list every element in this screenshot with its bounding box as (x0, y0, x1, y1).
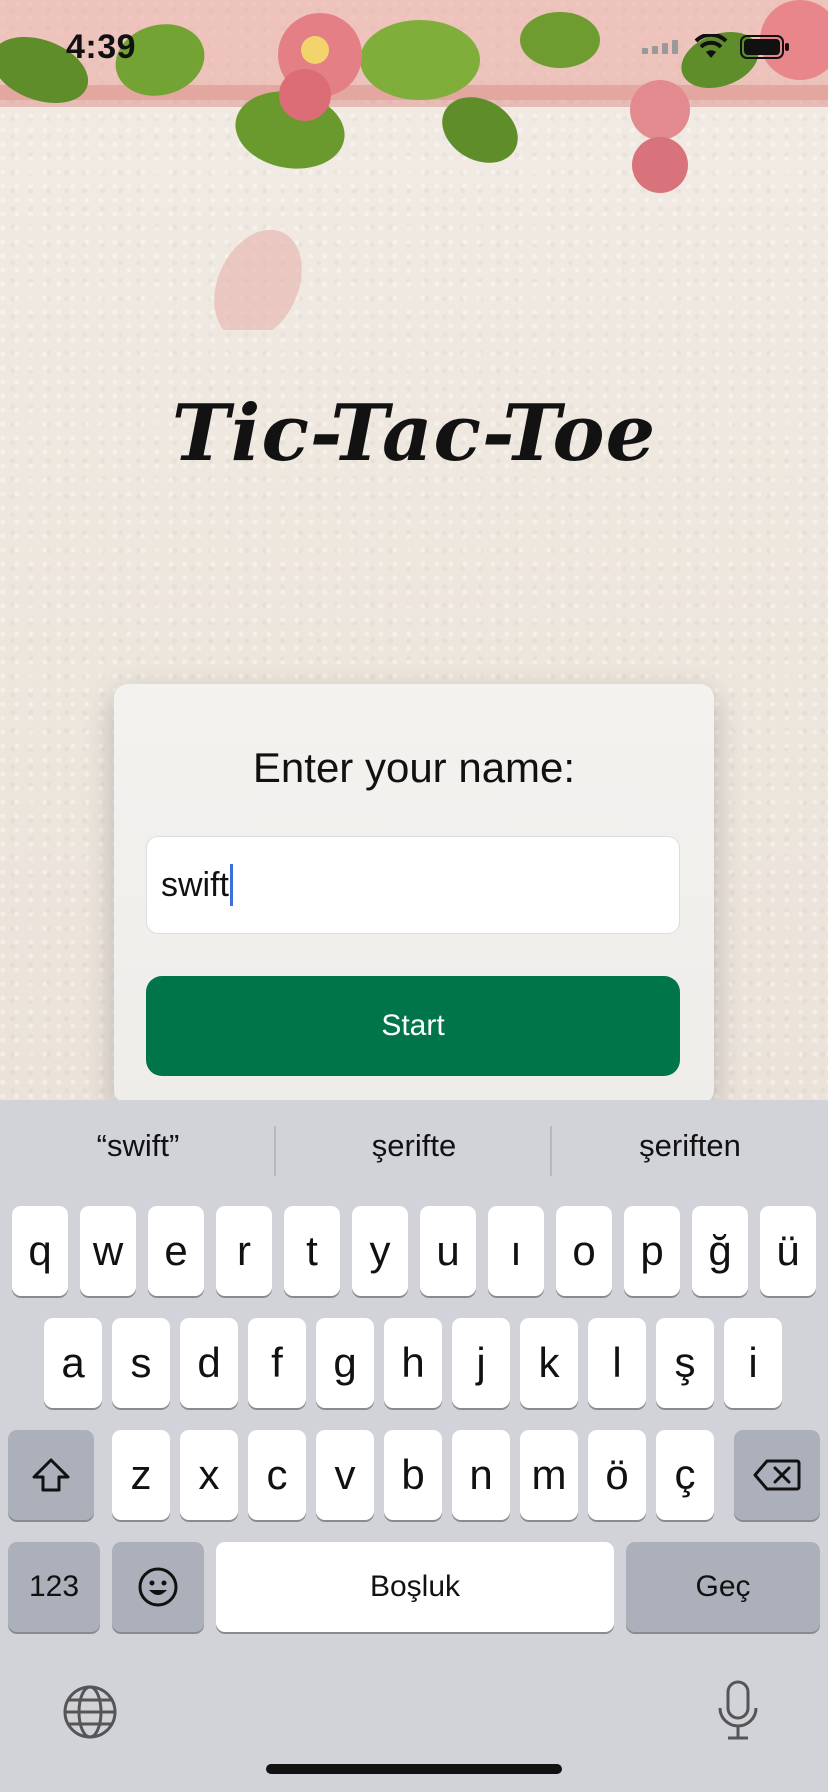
key[interactable]: b (384, 1430, 442, 1520)
key[interactable]: ü (760, 1206, 816, 1296)
status-bar: 4:39 (0, 0, 828, 100)
home-indicator[interactable] (266, 1764, 562, 1774)
key[interactable]: s (112, 1318, 170, 1408)
numbers-key[interactable]: 123 (8, 1542, 100, 1632)
key[interactable]: k (520, 1318, 578, 1408)
key[interactable]: ı (488, 1206, 544, 1296)
key[interactable]: n (452, 1430, 510, 1520)
key[interactable]: h (384, 1318, 442, 1408)
key[interactable]: u (420, 1206, 476, 1296)
space-key[interactable]: Boşluk (216, 1542, 614, 1632)
return-key[interactable]: Geç (626, 1542, 820, 1632)
key[interactable]: j (452, 1318, 510, 1408)
shift-icon (32, 1458, 70, 1492)
battery-icon (740, 35, 789, 59)
microphone-icon[interactable] (716, 1680, 760, 1742)
wifi-icon (694, 34, 728, 58)
name-input[interactable]: swift (146, 836, 680, 934)
key[interactable]: c (248, 1430, 306, 1520)
delete-key[interactable] (734, 1430, 820, 1520)
key[interactable]: i (724, 1318, 782, 1408)
key[interactable]: ğ (692, 1206, 748, 1296)
text-caret (230, 864, 233, 906)
key[interactable]: y (352, 1206, 408, 1296)
key[interactable]: d (180, 1318, 238, 1408)
cellular-signal-icon (642, 40, 678, 54)
app-title: Tic-Tac-Toe (171, 388, 657, 479)
emoji-icon (138, 1567, 178, 1607)
suggestion-1[interactable]: “swift” (0, 1128, 276, 1164)
key[interactable]: q (12, 1206, 68, 1296)
suggestion-bar: “swift” şerifte şeriften (0, 1100, 828, 1200)
suggestion-2[interactable]: şerifte (276, 1128, 552, 1164)
key[interactable]: p (624, 1206, 680, 1296)
name-entry-card: Enter your name: swift Start (114, 684, 714, 1104)
suggestion-3[interactable]: şeriften (552, 1128, 828, 1164)
key[interactable]: ö (588, 1430, 646, 1520)
shift-key[interactable] (8, 1430, 94, 1520)
key[interactable]: x (180, 1430, 238, 1520)
key[interactable]: g (316, 1318, 374, 1408)
emoji-key[interactable] (112, 1542, 204, 1632)
key[interactable]: o (556, 1206, 612, 1296)
key[interactable]: r (216, 1206, 272, 1296)
key[interactable]: v (316, 1430, 374, 1520)
key[interactable]: f (248, 1318, 306, 1408)
key[interactable]: w (80, 1206, 136, 1296)
name-prompt-label: Enter your name: (252, 744, 576, 791)
key[interactable]: z (112, 1430, 170, 1520)
keyboard: “swift” şerifte şeriften q w e r t y u ı… (0, 1100, 828, 1792)
status-time: 4:39 (66, 28, 137, 66)
name-input-value: swift (161, 865, 229, 904)
key[interactable]: ç (656, 1430, 714, 1520)
key[interactable]: a (44, 1318, 102, 1408)
backspace-icon (753, 1459, 801, 1491)
key[interactable]: t (284, 1206, 340, 1296)
status-icons (642, 34, 790, 60)
key[interactable]: m (520, 1430, 578, 1520)
globe-icon[interactable] (62, 1684, 118, 1740)
key[interactable]: ş (656, 1318, 714, 1408)
start-button[interactable]: Start (146, 976, 680, 1076)
key[interactable]: l (588, 1318, 646, 1408)
key[interactable]: e (148, 1206, 204, 1296)
